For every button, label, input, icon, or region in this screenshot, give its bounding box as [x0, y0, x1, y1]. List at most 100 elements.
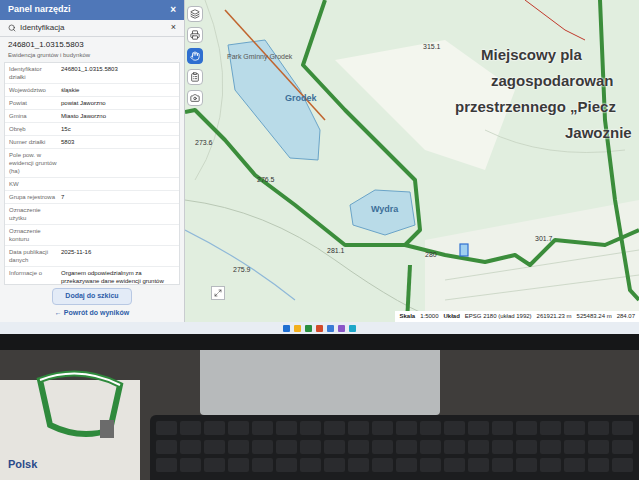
- list-icon: [190, 72, 200, 82]
- section-close[interactable]: ×: [171, 23, 176, 32]
- crs-value: EPSG 2180 (układ 1992): [465, 312, 532, 321]
- selected-parcel[interactable]: [460, 244, 468, 256]
- keyboard-key[interactable]: [180, 458, 201, 472]
- keyboard-key[interactable]: [228, 458, 249, 472]
- map-label: Grodek: [285, 92, 317, 106]
- add-to-sketch-button[interactable]: Dodaj do szkicu: [52, 288, 131, 305]
- plan-title-line: przestrzennego „Piecz: [455, 96, 616, 119]
- keyboard-key[interactable]: [348, 458, 369, 472]
- status-bar: Skala1:5000UkładEPSG 2180 (układ 1992)26…: [395, 311, 639, 322]
- section-title: Identyfikacja: [20, 22, 167, 34]
- keyboard-key[interactable]: [540, 458, 561, 472]
- keyboard-key[interactable]: [324, 458, 345, 472]
- keyboard-key[interactable]: [540, 440, 561, 454]
- print-button[interactable]: [187, 27, 203, 43]
- field-row: Informacje oOrganem odpowiedzialnym za p…: [5, 267, 179, 286]
- keyboard-key[interactable]: [468, 458, 489, 472]
- taskbar-app-icon[interactable]: [349, 325, 356, 332]
- keyboard-key[interactable]: [300, 458, 321, 472]
- taskbar-app-icon[interactable]: [338, 325, 345, 332]
- keyboard-key[interactable]: [396, 421, 417, 435]
- taskbar-app-icon[interactable]: [294, 325, 301, 332]
- keyboard-key[interactable]: [492, 421, 513, 435]
- keyboard-key[interactable]: [372, 440, 393, 454]
- keyboard-key[interactable]: [372, 458, 393, 472]
- keyboard-key[interactable]: [420, 440, 441, 454]
- back-link[interactable]: ← Powrót do wyników: [0, 308, 184, 323]
- fullscreen-button[interactable]: [211, 286, 225, 300]
- keyboard-key[interactable]: [372, 421, 393, 435]
- keyboard-key[interactable]: [300, 421, 321, 435]
- keyboard-key[interactable]: [204, 421, 225, 435]
- keyboard-key[interactable]: [204, 440, 225, 454]
- result-id: 246801_1.0315.5803: [0, 37, 184, 51]
- keyboard-key[interactable]: [156, 440, 177, 454]
- keyboard-key[interactable]: [228, 421, 249, 435]
- field-label: Gmina: [9, 112, 57, 120]
- keyboard-key[interactable]: [588, 440, 609, 454]
- tool-panel: Panel narzędzi×Identyfikacja×246801_1.03…: [0, 0, 185, 322]
- map-view[interactable]: Park Gminny GrodekGrodekWydra315.1273.62…: [185, 0, 639, 322]
- keyboard-key[interactable]: [204, 458, 225, 472]
- keyboard-key[interactable]: [396, 458, 417, 472]
- keyboard-key[interactable]: [252, 458, 273, 472]
- keyboard-key[interactable]: [348, 440, 369, 454]
- keyboard-key[interactable]: [228, 440, 249, 454]
- photo: Panel narzędzi×Identyfikacja×246801_1.03…: [0, 0, 639, 480]
- keyboard-key[interactable]: [588, 458, 609, 472]
- keyboard-key[interactable]: [564, 458, 585, 472]
- keyboard-key[interactable]: [540, 421, 561, 435]
- keyboard-key[interactable]: [396, 440, 417, 454]
- keyboard-key[interactable]: [444, 458, 465, 472]
- keyboard-key[interactable]: [156, 458, 177, 472]
- keyboard-key[interactable]: [492, 458, 513, 472]
- keyboard-key[interactable]: [252, 440, 273, 454]
- keyboard-key[interactable]: [492, 440, 513, 454]
- keyboard-key[interactable]: [444, 421, 465, 435]
- taskbar-app-icon[interactable]: [283, 325, 290, 332]
- keyboard-key[interactable]: [324, 440, 345, 454]
- coord-z: 284.07: [617, 312, 635, 321]
- keyboard-key[interactable]: [420, 458, 441, 472]
- keyboard-key[interactable]: [588, 421, 609, 435]
- keyboard-key[interactable]: [516, 458, 537, 472]
- keyboard-key[interactable]: [468, 440, 489, 454]
- field-value: 2025-11-16: [61, 248, 175, 264]
- keyboard-key[interactable]: [612, 458, 633, 472]
- map-toolbar: [187, 6, 203, 106]
- keyboard-key[interactable]: [468, 421, 489, 435]
- layers-button[interactable]: [187, 6, 203, 22]
- keyboard-key[interactable]: [612, 440, 633, 454]
- taskbar-app-icon[interactable]: [327, 325, 334, 332]
- keyboard-key[interactable]: [180, 440, 201, 454]
- keyboard-key[interactable]: [516, 440, 537, 454]
- keyboard-key[interactable]: [276, 440, 297, 454]
- keyboard-key[interactable]: [300, 440, 321, 454]
- field-row: Województwośląskie: [5, 84, 179, 97]
- keyboard-key[interactable]: [420, 421, 441, 435]
- keyboard-key[interactable]: [612, 421, 633, 435]
- keyboard-key[interactable]: [156, 421, 177, 435]
- field-label: KW: [9, 180, 57, 188]
- field-value: [61, 151, 175, 175]
- screenshot-button[interactable]: [187, 90, 203, 106]
- list-button[interactable]: [187, 69, 203, 85]
- close-button[interactable]: ×: [170, 5, 176, 15]
- keyboard-key[interactable]: [324, 421, 345, 435]
- keyboard-key[interactable]: [252, 421, 273, 435]
- keyboard-key[interactable]: [276, 421, 297, 435]
- keyboard-key[interactable]: [564, 421, 585, 435]
- keyboard-key[interactable]: [444, 440, 465, 454]
- result-subtitle: Ewidencja gruntów i budynków: [0, 51, 184, 62]
- field-row: Numer działki5803: [5, 136, 179, 149]
- scale-label: Skala: [399, 312, 415, 321]
- keyboard-key[interactable]: [564, 440, 585, 454]
- identify-button[interactable]: [187, 48, 203, 64]
- taskbar-app-icon[interactable]: [316, 325, 323, 332]
- taskbar-app-icon[interactable]: [305, 325, 312, 332]
- keyboard-key[interactable]: [348, 421, 369, 435]
- keyboard-key[interactable]: [516, 421, 537, 435]
- layers-icon: [190, 9, 200, 19]
- keyboard-key[interactable]: [180, 421, 201, 435]
- keyboard-key[interactable]: [276, 458, 297, 472]
